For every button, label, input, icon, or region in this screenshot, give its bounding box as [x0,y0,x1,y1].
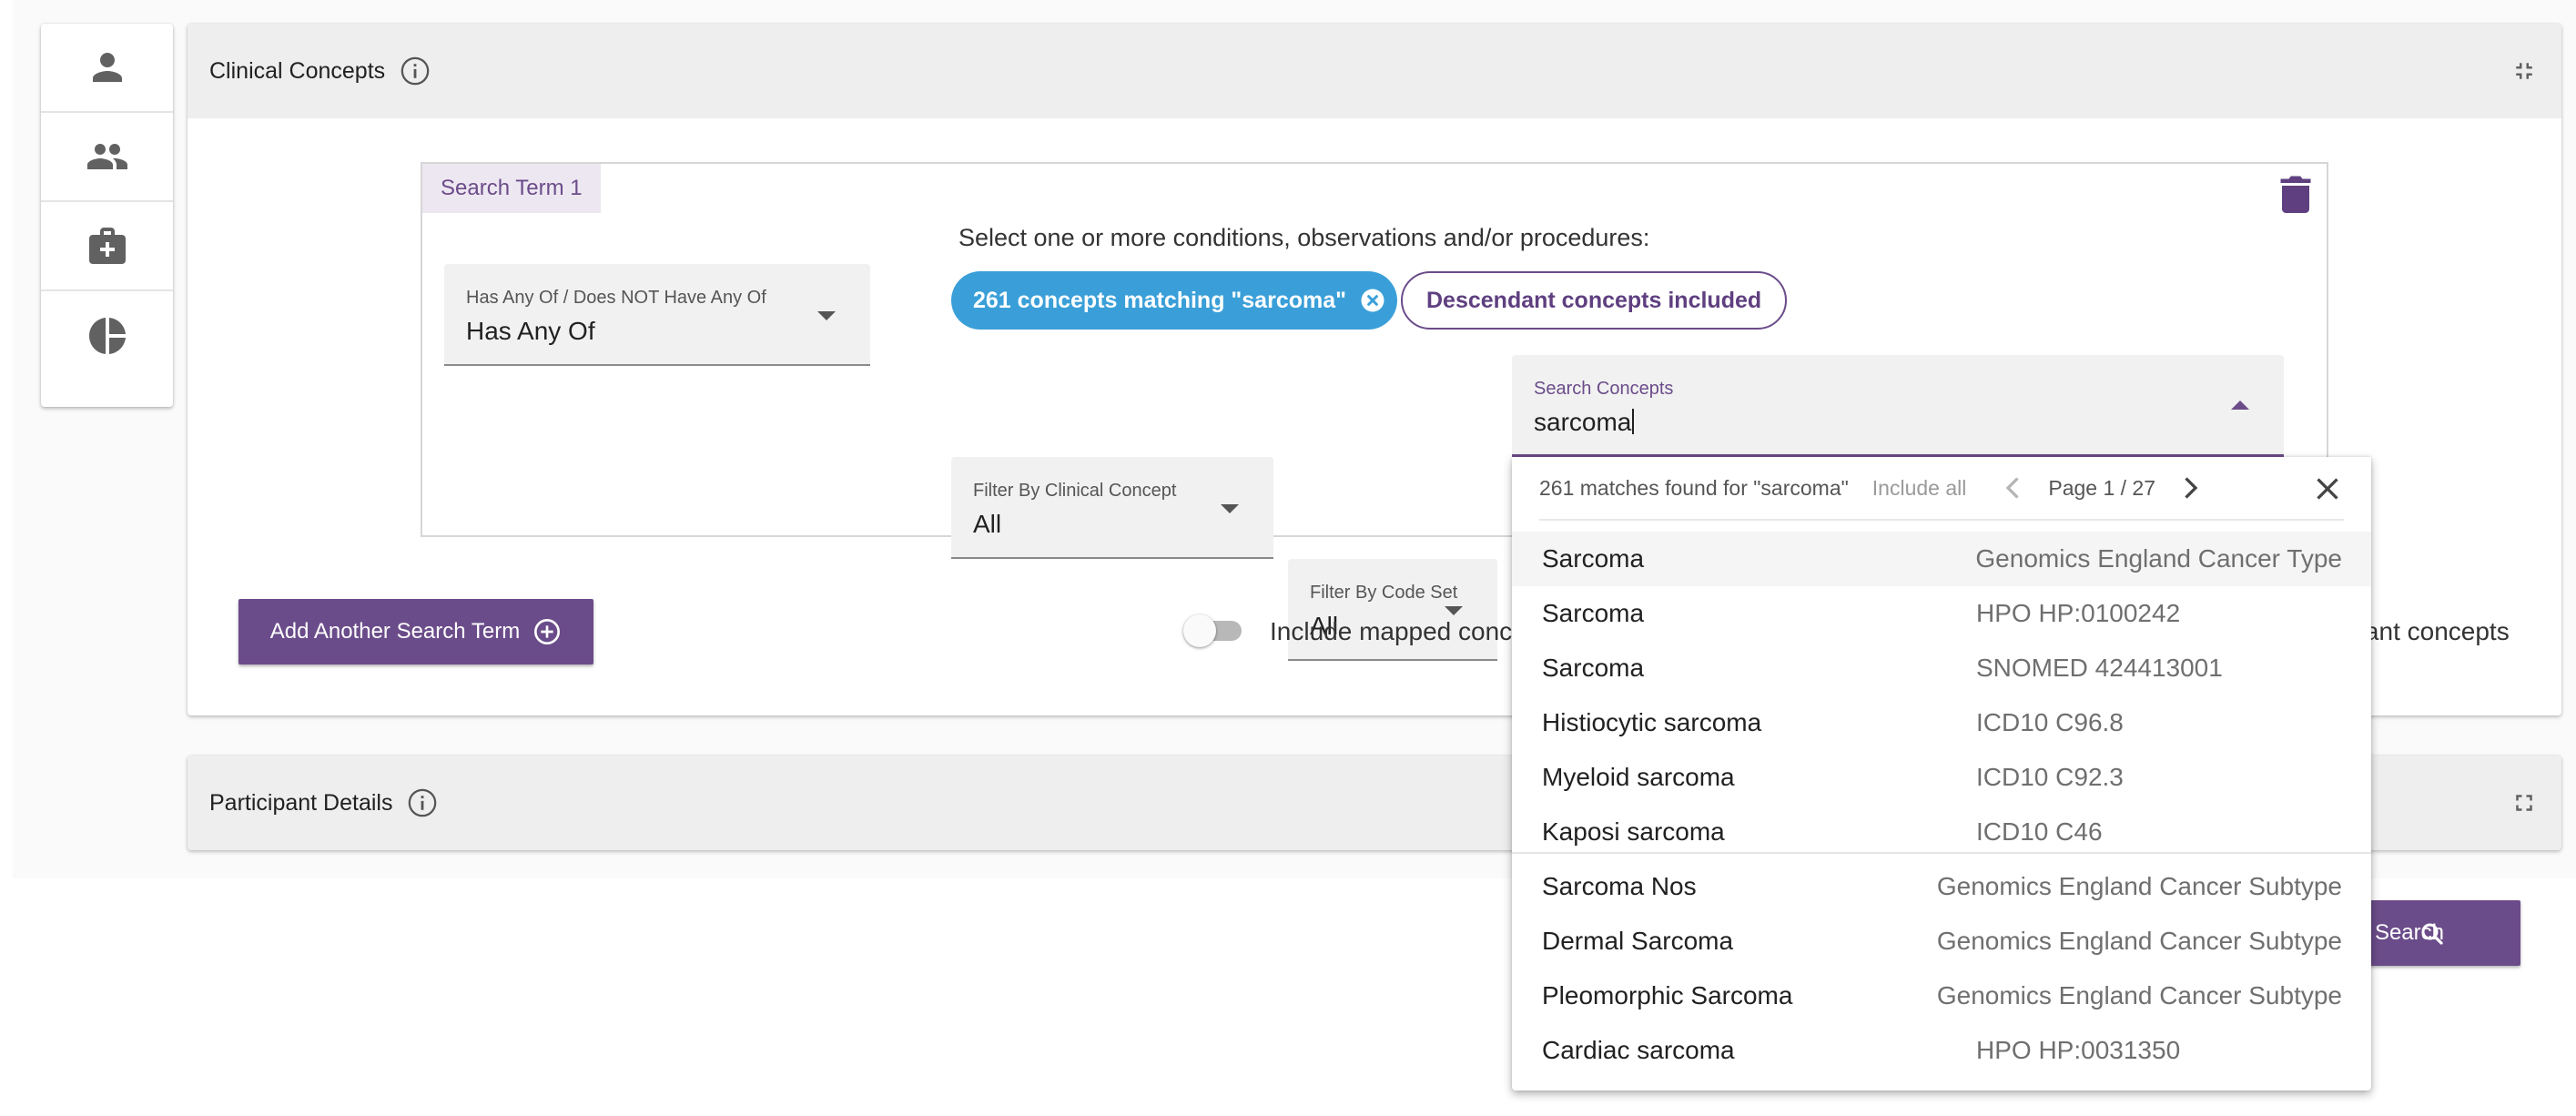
search-concepts-label: Search Concepts [1534,379,1674,399]
result-name: Sarcoma [1542,599,1645,627]
sidebar [41,24,173,407]
result-name: Kaposi sarcoma [1542,817,1725,846]
result-code: Genomics England Cancer Subtype [1936,872,2342,900]
result-row[interactable]: Dermal Sarcoma Genomics England Cancer Su… [1512,914,2371,969]
add-circle-icon [534,619,561,644]
dropdown-arrow-icon [1221,504,1239,513]
panel-title: Participant Details [209,789,393,816]
dropdown-arrow-icon [817,311,836,320]
result-code: Genomics England Cancer Subtype [1936,981,2342,1009]
search-term-label: Search Term 1 [422,164,601,213]
result-row[interactable]: Sarcoma HPO HP:0100242 [1512,586,2371,641]
group-divider [1512,852,2371,854]
result-name: Dermal Sarcoma [1542,927,1734,955]
include-all-link[interactable]: Include all [1872,476,1967,501]
sidebar-item-clinical[interactable] [41,202,173,291]
page-indicator: Page 1 / 27 [2048,475,2156,500]
result-name: Histiocytic sarcoma [1542,708,1762,736]
filter-codeset-label: Filter By Code Set [1310,583,1458,603]
result-name: Sarcoma Nos [1542,872,1697,900]
info-icon[interactable] [400,56,431,86]
include-mapped-toggle[interactable] [1183,614,1245,647]
result-row[interactable]: Kaposi sarcoma ICD10 C46 [1512,805,2371,859]
result-name: Sarcoma [1542,544,1645,573]
expand-icon[interactable] [2510,789,2538,817]
add-search-term-button[interactable]: Add Another Search Term [238,599,593,665]
dropdown-header: 261 matches found for "sarcoma" Include … [1539,457,2344,521]
sidebar-item-participant[interactable] [41,24,173,113]
sidebar-item-cohort[interactable] [41,113,173,202]
collapse-icon[interactable] [2510,57,2538,85]
medical-bag-icon [88,228,126,264]
instructions-text: Select one or more conditions, observati… [958,224,1650,251]
result-row[interactable]: Sarcoma Genomics England Cancer Type [1512,532,2371,586]
result-row[interactable]: Myeloid sarcoma ICD10 C92.3 [1512,750,2371,805]
people-icon [86,144,127,169]
results-list: Sarcoma Genomics England Cancer Type Sarc… [1512,532,2371,1078]
result-code: ICD10 C92.3 [1976,763,2124,791]
remove-chip-icon[interactable] [1359,287,1386,314]
add-search-term-label: Add Another Search Term [269,619,521,644]
delete-icon[interactable] [2279,175,2312,213]
result-row[interactable]: Pleomorphic Sarcoma Genomics England Canc… [1512,969,2371,1023]
descendant-chip[interactable]: Descendant concepts included [1401,271,1788,330]
chip-label: 261 concepts matching "sarcoma" [973,287,1346,313]
result-name: Sarcoma [1542,654,1645,682]
pie-chart-icon [88,318,126,354]
result-row[interactable]: Histiocytic sarcoma ICD10 C96.8 [1512,695,2371,750]
panel-title: Clinical Concepts [209,57,386,84]
person-icon [92,53,122,82]
chevron-left-icon[interactable] [1997,472,2030,504]
concepts-dropdown: 261 matches found for "sarcoma" Include … [1512,457,2371,1091]
result-row[interactable]: Sarcoma Nos Genomics England Cancer Subty… [1512,859,2371,914]
filter-clinical-concept-select[interactable]: Filter By Clinical Concept All [951,457,1273,559]
has-any-select[interactable]: Has Any Of / Does NOT Have Any Of Has An… [444,264,870,366]
search-concepts-value[interactable]: sarcoma [1534,408,1634,437]
search-concepts-input[interactable]: Search Concepts sarcoma [1512,355,2284,457]
result-row[interactable]: Cardiac sarcoma HPO HP:0031350 [1512,1023,2371,1078]
concepts-match-chip[interactable]: 261 concepts matching "sarcoma" [951,271,1397,330]
clinical-concepts-header: Clinical Concepts [188,24,2561,118]
result-code: HPO HP:0100242 [1976,599,2181,627]
result-code: ICD10 C96.8 [1976,708,2124,736]
search-icon [2421,923,2443,945]
has-any-label: Has Any Of / Does NOT Have Any Of [466,288,766,308]
close-icon[interactable] [2311,472,2344,505]
chevron-right-icon[interactable] [2174,472,2206,504]
result-row[interactable]: Sarcoma SNOMED 424413001 [1512,641,2371,695]
match-count: 261 matches found for "sarcoma" [1539,475,1849,500]
dropdown-arrow-up-icon[interactable] [2231,401,2249,410]
dropdown-arrow-icon [1445,606,1463,615]
result-code: HPO HP:0031350 [1976,1036,2181,1064]
result-code: SNOMED 424413001 [1976,654,2223,682]
result-name: Cardiac sarcoma [1542,1036,1735,1064]
result-name: Myeloid sarcoma [1542,763,1735,791]
result-code: Genomics England Cancer Type [1975,544,2342,573]
has-any-value: Has Any Of [466,317,595,345]
filter-concept-value: All [973,510,1002,538]
result-name: Pleomorphic Sarcoma [1542,981,1793,1009]
filter-concept-label: Filter By Clinical Concept [973,481,1177,501]
sidebar-item-analytics[interactable] [41,291,173,380]
info-icon[interactable] [407,787,438,818]
result-code: ICD10 C46 [1976,817,2103,846]
result-code: Genomics England Cancer Subtype [1936,927,2342,955]
